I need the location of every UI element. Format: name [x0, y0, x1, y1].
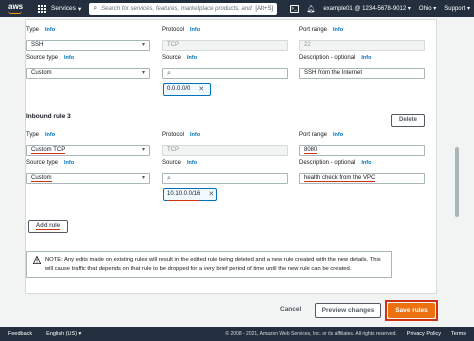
chevron-down-icon: ▾ [141, 175, 145, 181]
info-link[interactable]: Info [187, 55, 197, 61]
rule3-source-label: Source Info [162, 160, 198, 166]
support-menu[interactable]: Support ▾ [444, 5, 470, 12]
info-link[interactable]: Info [190, 132, 200, 138]
services-grid-icon[interactable] [38, 4, 46, 13]
top-navigation-bar: aws Services ▾ ⌕ Search for services, fe… [0, 0, 474, 17]
add-rule-button[interactable]: Add rule [28, 220, 68, 233]
info-link[interactable]: Info [361, 55, 371, 61]
inbound-rules-panel: Type Info SSH ▾ Protocol Info TCP Port rang… [25, 19, 437, 294]
terms-link[interactable]: Terms [451, 331, 466, 337]
info-link[interactable]: Info [45, 132, 55, 138]
chevron-down-icon: ▾ [77, 5, 82, 13]
info-link[interactable]: Info [187, 160, 197, 166]
rule3-desc-label: Description - optional Info [299, 160, 372, 166]
console-footer: Feedback English (US) ▾ © 2008 - 2021, A… [0, 327, 474, 341]
chevron-down-icon: ▾ [141, 42, 145, 48]
scrollbar[interactable] [454, 19, 460, 294]
aws-logo[interactable]: aws [6, 2, 28, 15]
search-shortcut: [Alt+S] [255, 5, 274, 12]
close-icon[interactable]: ✕ [198, 84, 204, 95]
region-label: Ohio [418, 6, 432, 12]
rule2-desc-label: Description - optional Info [299, 55, 372, 61]
language-selector[interactable]: English (US) ▾ [46, 331, 81, 337]
rule2-source-type-label: Source type Info [26, 55, 75, 61]
info-link[interactable]: Info [190, 27, 200, 33]
copyright-text: © 2008 - 2021, Amazon Web Services, Inc.… [225, 331, 397, 337]
rule2-desc-input[interactable]: SSH from the Internet [299, 68, 425, 79]
cloudshell-icon[interactable]: >_ [289, 4, 299, 13]
search-placeholder: Search for services, features, marketpla… [101, 5, 252, 12]
aws-logo-text: aws [8, 2, 24, 11]
rule3-source-search[interactable]: ⌕ [162, 173, 288, 184]
info-link[interactable]: Info [333, 132, 343, 138]
rule3-source-type-select[interactable]: Custom ▾ [26, 173, 150, 184]
close-icon[interactable]: ✕ [208, 189, 214, 200]
search-icon: ⌕ [93, 4, 98, 12]
rule3-title: Inbound rule 3 [26, 113, 71, 120]
search-input[interactable]: ⌕ Search for services, features, marketp… [89, 2, 278, 15]
rule2-source-type-select[interactable]: Custom ▾ [26, 68, 150, 79]
rule2-protocol-field: TCP [162, 40, 288, 51]
rule3-protocol-field: TCP [162, 145, 288, 156]
warning-icon [33, 256, 41, 264]
rule3-port-label: Port range Info [299, 132, 344, 138]
rule3-source-type-label: Source type Info [26, 160, 75, 166]
services-menu[interactable]: Services ▾ [51, 5, 81, 13]
cancel-button[interactable]: Cancel [280, 306, 301, 313]
account-label: example01 @ 1234-5678-9012 [323, 6, 407, 12]
feedback-link[interactable]: Feedback [8, 331, 32, 337]
info-link[interactable]: Info [64, 160, 74, 166]
info-link[interactable]: Info [333, 27, 343, 33]
account-menu[interactable]: example01 @ 1234-5678-9012 ▾ [323, 5, 411, 12]
search-icon: ⌕ [167, 70, 171, 77]
rule2-source-chip: 0.0.0.0/0 ✕ [163, 83, 211, 96]
bell-icon[interactable]: 🔔︎ [307, 5, 316, 13]
privacy-policy-link[interactable]: Privacy Policy [407, 331, 441, 337]
support-label: Support [444, 6, 466, 12]
rule2-protocol-label: Protocol Info [162, 27, 201, 33]
save-rules-highlight: Save rules [385, 300, 438, 321]
rule3-protocol-label: Protocol Info [162, 132, 201, 138]
search-icon: ⌕ [167, 175, 171, 182]
chevron-down-icon: ▾ [141, 70, 145, 76]
rule2-type-select[interactable]: SSH ▾ [26, 40, 150, 51]
save-rules-button[interactable]: Save rules [388, 303, 435, 318]
info-link[interactable]: Info [64, 55, 74, 61]
warning-text: NOTE: Any edits made on existing rules w… [45, 257, 381, 272]
chevron-down-icon: ▾ [141, 147, 145, 153]
rule3-desc-input[interactable]: health check from the VPC [299, 173, 425, 184]
rule2-port-label: Port range Info [299, 27, 344, 33]
rule2-source-search[interactable]: ⌕ [162, 68, 288, 79]
rule2-type-label: Type Info [26, 27, 56, 33]
rule2-source-label: Source Info [162, 55, 198, 61]
delete-button[interactable]: Delete [391, 114, 425, 127]
info-link[interactable]: Info [361, 160, 371, 166]
services-label: Services [51, 5, 76, 12]
info-link[interactable]: Info [45, 27, 55, 33]
warning-alert: NOTE: Any edits made on existing rules w… [26, 251, 392, 278]
aws-smile-icon [8, 11, 22, 14]
rule3-source-chip: 10.10.0.0/16 ✕ [163, 188, 217, 201]
rule2-port-field: 22 [299, 40, 425, 51]
region-menu[interactable]: Ohio ▾ [419, 5, 436, 12]
preview-changes-button[interactable]: Preview changes [315, 303, 381, 318]
rule3-type-label: Type Info [26, 132, 56, 138]
scrollbar-thumb[interactable] [455, 147, 459, 217]
rule3-port-input[interactable]: 8080 [299, 145, 425, 156]
rule3-type-select[interactable]: Custom TCP ▾ [26, 145, 150, 156]
